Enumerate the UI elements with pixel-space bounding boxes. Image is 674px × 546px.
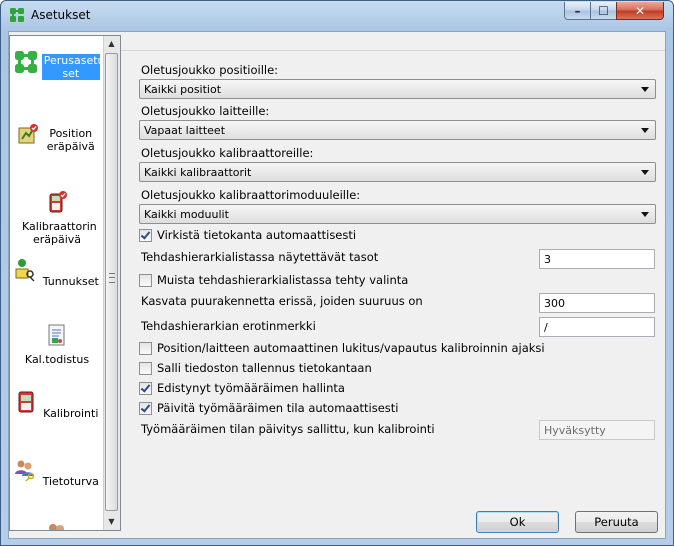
settings-window: Asetukset – ☐ ✕ Tiedosto Ohje Perusasetu… [0, 0, 674, 546]
settings-navigation: Perusasetuk set Position eräpäivä Kalibr… [9, 35, 121, 531]
nav-item-basic-settings[interactable]: Perusasetuk set [10, 50, 111, 80]
chevron-down-icon [641, 212, 649, 217]
nav-item-certificate[interactable]: Kal.todistus [10, 323, 104, 366]
refresh-db-checkbox[interactable]: Virkistä tietokanta automaattisesti [139, 227, 356, 243]
window-title: Asetukset [31, 8, 91, 22]
workorder-status-label: Työmääräimen tilan päivitys sallittu, ku… [141, 422, 435, 436]
checkbox-unchecked-icon[interactable] [139, 341, 152, 355]
ok-button[interactable]: Ok [476, 511, 559, 533]
nav-item-calibrator-due[interactable]: Kalibraattorin eräpäivä [10, 190, 104, 246]
workorder-status-field: Hyväksytty [539, 420, 655, 440]
device-set-dropdown[interactable]: Vapaat laitteet [139, 120, 656, 140]
calibrator-set-value: Kaikki kalibraattorit [144, 166, 252, 179]
grow-tree-label: Kasvata puurakennetta erissä, joiden suu… [141, 294, 423, 308]
nav-label-position-due: Position eräpäivä [46, 127, 95, 153]
partial-users-icon [49, 524, 64, 530]
remember-selection-label: Muista tehdashierarkialistassa tehty val… [157, 273, 409, 287]
advanced-workorder-label: Edistynyt työmääräimen hallinta [157, 381, 345, 395]
grip-icon [109, 273, 115, 283]
module-set-dropdown[interactable]: Kaikki moduulit [139, 204, 656, 224]
scroll-thumb[interactable] [105, 53, 118, 511]
calibrator-set-dropdown[interactable]: Kaikki kalibraattorit [139, 162, 656, 182]
title-bar: Asetukset – ☐ ✕ [1, 1, 673, 31]
checkbox-checked-icon[interactable] [139, 228, 152, 242]
refresh-db-label: Virkistä tietokanta automaattisesti [157, 228, 357, 242]
calibrator-calendar-icon [49, 191, 67, 213]
maximize-button[interactable]: ☐ [590, 2, 617, 20]
nav-label-certificate: Kal.todistus [24, 353, 90, 366]
position-set-dropdown[interactable]: Kaikki positiot [139, 79, 656, 99]
checkbox-unchecked-icon[interactable] [139, 361, 152, 375]
auto-lock-label: Position/laitteen automaattinen lukitus/… [157, 341, 545, 355]
device-set-label: Oletusjoukko laitteille: [141, 104, 270, 118]
cancel-button[interactable]: Peruuta [575, 511, 658, 533]
nav-scrollbar[interactable]: ▲ ▼ [103, 36, 120, 530]
auto-lock-checkbox[interactable]: Position/laitteen automaattinen lukitus/… [139, 340, 545, 356]
module-set-label: Oletusjoukko kalibraattorimoduuleille: [141, 188, 361, 202]
separator-label: Tehdashierarkian erotinmerkki [141, 319, 316, 333]
scroll-up-arrow-icon[interactable]: ▲ [104, 36, 119, 51]
nav-label-credentials: Tunnukset [42, 275, 99, 288]
app-icon [10, 8, 24, 22]
minimize-button[interactable]: – [564, 2, 591, 20]
calibrator-icon [18, 391, 34, 413]
checkbox-unchecked-icon[interactable] [139, 273, 152, 287]
chevron-down-icon [641, 128, 649, 133]
calibrator-set-label: Oletusjoukko kalibraattoreille: [141, 146, 314, 160]
grow-tree-field[interactable]: 300 [539, 293, 655, 313]
levels-label: Tehdashierarkialistassa näytettävät taso… [141, 250, 379, 264]
checkbox-checked-icon[interactable] [139, 401, 152, 415]
position-calendar-icon [18, 124, 39, 144]
keys-icon [15, 259, 35, 282]
chevron-down-icon [641, 87, 649, 92]
certificate-icon [48, 324, 65, 346]
close-button[interactable]: ✕ [616, 2, 664, 20]
nav-label-security: Tietoturva [42, 475, 99, 488]
users-key-icon [15, 460, 35, 482]
nav-label-basic-settings: Perusasetuk set [41, 54, 111, 80]
position-set-label: Oletusjoukko positioille: [141, 63, 279, 77]
nav-label-calibration: Kalibrointi [43, 407, 99, 420]
puzzle-green-icon [15, 51, 38, 73]
position-set-value: Kaikki positiot [144, 83, 222, 96]
update-workorder-label: Päivitä työmääräimen tila automaattisest… [157, 401, 399, 415]
checkbox-checked-icon[interactable] [139, 381, 152, 395]
advanced-workorder-checkbox[interactable]: Edistynyt työmääräimen hallinta [139, 380, 345, 396]
module-set-value: Kaikki moduulit [144, 208, 229, 221]
device-set-value: Vapaat laitteet [144, 124, 226, 137]
nav-item-calibration[interactable]: Kalibrointi [10, 390, 104, 420]
levels-field[interactable]: 3 [539, 249, 655, 269]
nav-label-calibrator-due: Kalibraattorin eräpäivä [22, 220, 97, 246]
chevron-down-icon [641, 170, 649, 175]
allow-file-save-label: Salli tiedoston tallennus tietokantaan [157, 361, 372, 375]
update-workorder-checkbox[interactable]: Päivitä työmääräimen tila automaattisest… [139, 400, 398, 416]
nav-item-security[interactable]: Tietoturva [10, 458, 104, 488]
separator-field[interactable]: / [539, 317, 655, 337]
nav-item-credentials[interactable]: Tunnukset [10, 258, 104, 288]
nav-item-position-due[interactable]: Position eräpäivä [10, 123, 104, 153]
scroll-down-arrow-icon[interactable]: ▼ [104, 514, 119, 529]
remember-selection-checkbox[interactable]: Muista tehdashierarkialistassa tehty val… [139, 272, 408, 288]
allow-file-save-checkbox[interactable]: Salli tiedoston tallennus tietokantaan [139, 360, 372, 376]
